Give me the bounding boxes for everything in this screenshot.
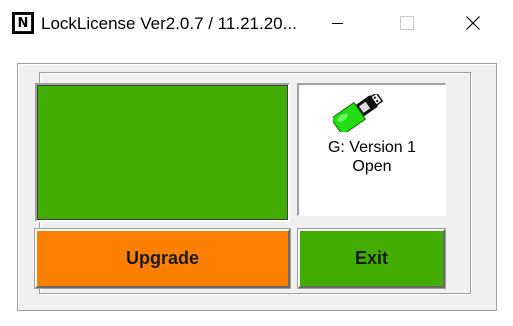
upgrade-button[interactable]: Upgrade	[34, 228, 291, 289]
app-icon[interactable]: N	[12, 12, 34, 34]
usb-drive-icon	[333, 94, 384, 132]
client-area: G: Version 1 Open Upgrade Exit	[0, 46, 513, 326]
close-button[interactable]	[450, 0, 496, 46]
app-icon-letter: N	[15, 15, 31, 31]
maximize-button[interactable]	[384, 0, 430, 46]
minimize-icon	[331, 22, 343, 24]
maximize-icon	[400, 16, 414, 30]
close-icon	[466, 16, 480, 30]
minimize-button[interactable]	[314, 0, 360, 46]
license-status-panel	[35, 83, 290, 222]
exit-button[interactable]: Exit	[297, 228, 446, 289]
window-title: LockLicense Ver2.0.7 / 11.21.20...	[41, 14, 297, 33]
title-bar[interactable]: N LockLicense Ver2.0.7 / 11.21.20...	[0, 0, 513, 46]
drive-info-panel: G: Version 1 Open	[297, 83, 446, 216]
drive-state-text: Open	[352, 158, 392, 175]
drive-version-text: G: Version 1	[327, 139, 417, 156]
